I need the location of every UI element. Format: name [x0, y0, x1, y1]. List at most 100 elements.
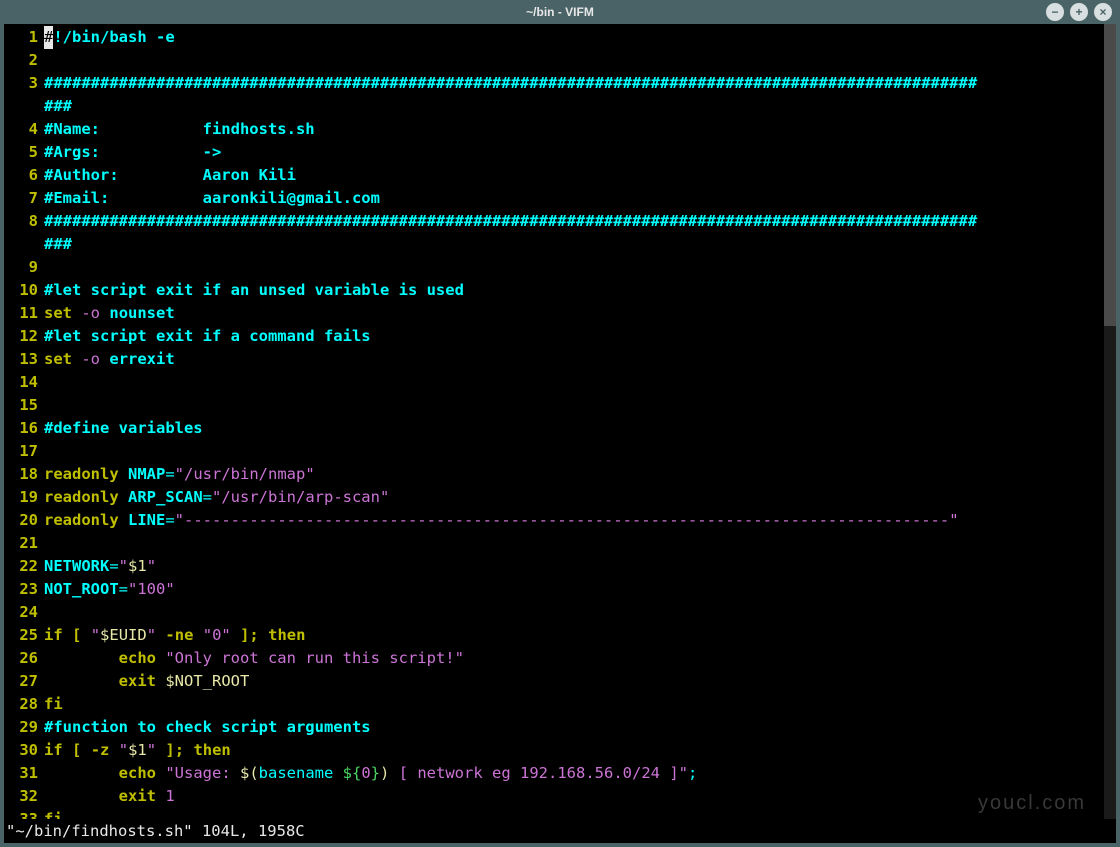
line-number: 1: [6, 26, 44, 49]
code-text[interactable]: set -o errexit: [44, 348, 1102, 371]
code-line[interactable]: 3#######################################…: [6, 72, 1102, 95]
code-line[interactable]: 29#function to check script arguments: [6, 716, 1102, 739]
code-text[interactable]: ###: [44, 95, 1102, 118]
code-text[interactable]: if [ "$EUID" -ne "0" ]; then: [44, 624, 1102, 647]
code-text[interactable]: NOT_ROOT="100": [44, 578, 1102, 601]
close-button[interactable]: ×: [1094, 3, 1112, 21]
code-line[interactable]: 13set -o errexit: [6, 348, 1102, 371]
code-line[interactable]: 8#######################################…: [6, 210, 1102, 233]
code-line[interactable]: 16#define variables: [6, 417, 1102, 440]
code-line[interactable]: 12#let script exit if a command fails: [6, 325, 1102, 348]
code-line[interactable]: 4#Name: findhosts.sh: [6, 118, 1102, 141]
code-text[interactable]: [44, 394, 1102, 417]
code-text[interactable]: #!/bin/bash -e: [44, 26, 1102, 49]
line-number: 29: [6, 716, 44, 739]
code-text[interactable]: if [ -z "$1" ]; then: [44, 739, 1102, 762]
code-line[interactable]: 30if [ -z "$1" ]; then: [6, 739, 1102, 762]
code-line[interactable]: 6#Author: Aaron Kili: [6, 164, 1102, 187]
window-title: ~/bin - VIFM: [526, 5, 594, 19]
code-line[interactable]: 14: [6, 371, 1102, 394]
code-text[interactable]: readonly NMAP="/usr/bin/nmap": [44, 463, 1102, 486]
line-number: 5: [6, 141, 44, 164]
scrollbar-thumb[interactable]: [1104, 24, 1116, 326]
code-text[interactable]: exit $NOT_ROOT: [44, 670, 1102, 693]
code-text[interactable]: ###: [44, 233, 1102, 256]
code-line[interactable]: 10#let script exit if an unsed variable …: [6, 279, 1102, 302]
code-text[interactable]: [44, 601, 1102, 624]
code-text[interactable]: echo "Only root can run this script!": [44, 647, 1102, 670]
status-text: "~/bin/findhosts.sh" 104L, 1958C: [6, 822, 305, 840]
code-line[interactable]: ###: [6, 95, 1102, 118]
code-line[interactable]: 25if [ "$EUID" -ne "0" ]; then: [6, 624, 1102, 647]
code-line[interactable]: 20readonly LINE="-----------------------…: [6, 509, 1102, 532]
code-line[interactable]: 11set -o nounset: [6, 302, 1102, 325]
line-number: 7: [6, 187, 44, 210]
code-text[interactable]: fi: [44, 808, 1102, 819]
code-text[interactable]: exit 1: [44, 785, 1102, 808]
code-text[interactable]: [44, 256, 1102, 279]
code-line[interactable]: ###: [6, 233, 1102, 256]
code-line[interactable]: 9: [6, 256, 1102, 279]
code-line[interactable]: 15: [6, 394, 1102, 417]
code-text[interactable]: readonly LINE="-------------------------…: [44, 509, 1102, 532]
code-text[interactable]: #let script exit if a command fails: [44, 325, 1102, 348]
code-line[interactable]: 5#Args: ->: [6, 141, 1102, 164]
code-text[interactable]: set -o nounset: [44, 302, 1102, 325]
line-number: 33: [6, 808, 44, 819]
code-line[interactable]: 21: [6, 532, 1102, 555]
code-line[interactable]: 28fi: [6, 693, 1102, 716]
code-line[interactable]: 31 echo "Usage: $(basename ${0}) [ netwo…: [6, 762, 1102, 785]
line-number: 32: [6, 785, 44, 808]
line-number: [6, 233, 44, 256]
code-line[interactable]: 2: [6, 49, 1102, 72]
code-text[interactable]: [44, 440, 1102, 463]
code-text[interactable]: #define variables: [44, 417, 1102, 440]
code-text[interactable]: ########################################…: [44, 210, 1102, 233]
code-line[interactable]: 32 exit 1: [6, 785, 1102, 808]
code-text[interactable]: [44, 371, 1102, 394]
line-number: 30: [6, 739, 44, 762]
minimize-button[interactable]: −: [1046, 3, 1064, 21]
code-text[interactable]: ########################################…: [44, 72, 1102, 95]
line-number: 8: [6, 210, 44, 233]
code-line[interactable]: 19readonly ARP_SCAN="/usr/bin/arp-scan": [6, 486, 1102, 509]
code-line[interactable]: 24: [6, 601, 1102, 624]
code-line[interactable]: 26 echo "Only root can run this script!": [6, 647, 1102, 670]
line-number: 15: [6, 394, 44, 417]
line-number: 20: [6, 509, 44, 532]
code-line[interactable]: 7#Email: aaronkili@gmail.com: [6, 187, 1102, 210]
code-text[interactable]: echo "Usage: $(basename ${0}) [ network …: [44, 762, 1102, 785]
watermark: youcl.com: [978, 792, 1086, 815]
line-number: 23: [6, 578, 44, 601]
code-line[interactable]: 27 exit $NOT_ROOT: [6, 670, 1102, 693]
editor-window: 1#!/bin/bash -e23#######################…: [4, 24, 1116, 843]
code-text[interactable]: #Name: findhosts.sh: [44, 118, 1102, 141]
code-text[interactable]: [44, 532, 1102, 555]
code-line[interactable]: 17: [6, 440, 1102, 463]
code-text[interactable]: readonly ARP_SCAN="/usr/bin/arp-scan": [44, 486, 1102, 509]
code-text[interactable]: [44, 49, 1102, 72]
line-number: 22: [6, 555, 44, 578]
code-text[interactable]: NETWORK="$1": [44, 555, 1102, 578]
maximize-button[interactable]: +: [1070, 3, 1088, 21]
code-text[interactable]: fi: [44, 693, 1102, 716]
code-text[interactable]: #Args: ->: [44, 141, 1102, 164]
code-text[interactable]: #let script exit if an unsed variable is…: [44, 279, 1102, 302]
line-number: 24: [6, 601, 44, 624]
line-number: 9: [6, 256, 44, 279]
code-line[interactable]: 22NETWORK="$1": [6, 555, 1102, 578]
code-line[interactable]: 23NOT_ROOT="100": [6, 578, 1102, 601]
code-text[interactable]: #Email: aaronkili@gmail.com: [44, 187, 1102, 210]
line-number: 4: [6, 118, 44, 141]
code-text[interactable]: #Author: Aaron Kili: [44, 164, 1102, 187]
editor-content[interactable]: 1#!/bin/bash -e23#######################…: [4, 24, 1116, 819]
code-text[interactable]: #function to check script arguments: [44, 716, 1102, 739]
line-number: 16: [6, 417, 44, 440]
code-line[interactable]: 33fi: [6, 808, 1102, 819]
titlebar: ~/bin - VIFM − + ×: [0, 0, 1120, 24]
code-line[interactable]: 1#!/bin/bash -e: [6, 26, 1102, 49]
scrollbar[interactable]: [1104, 24, 1116, 819]
code-line[interactable]: 18readonly NMAP="/usr/bin/nmap": [6, 463, 1102, 486]
status-bar: "~/bin/findhosts.sh" 104L, 1958C: [4, 819, 1116, 843]
line-number: 6: [6, 164, 44, 187]
